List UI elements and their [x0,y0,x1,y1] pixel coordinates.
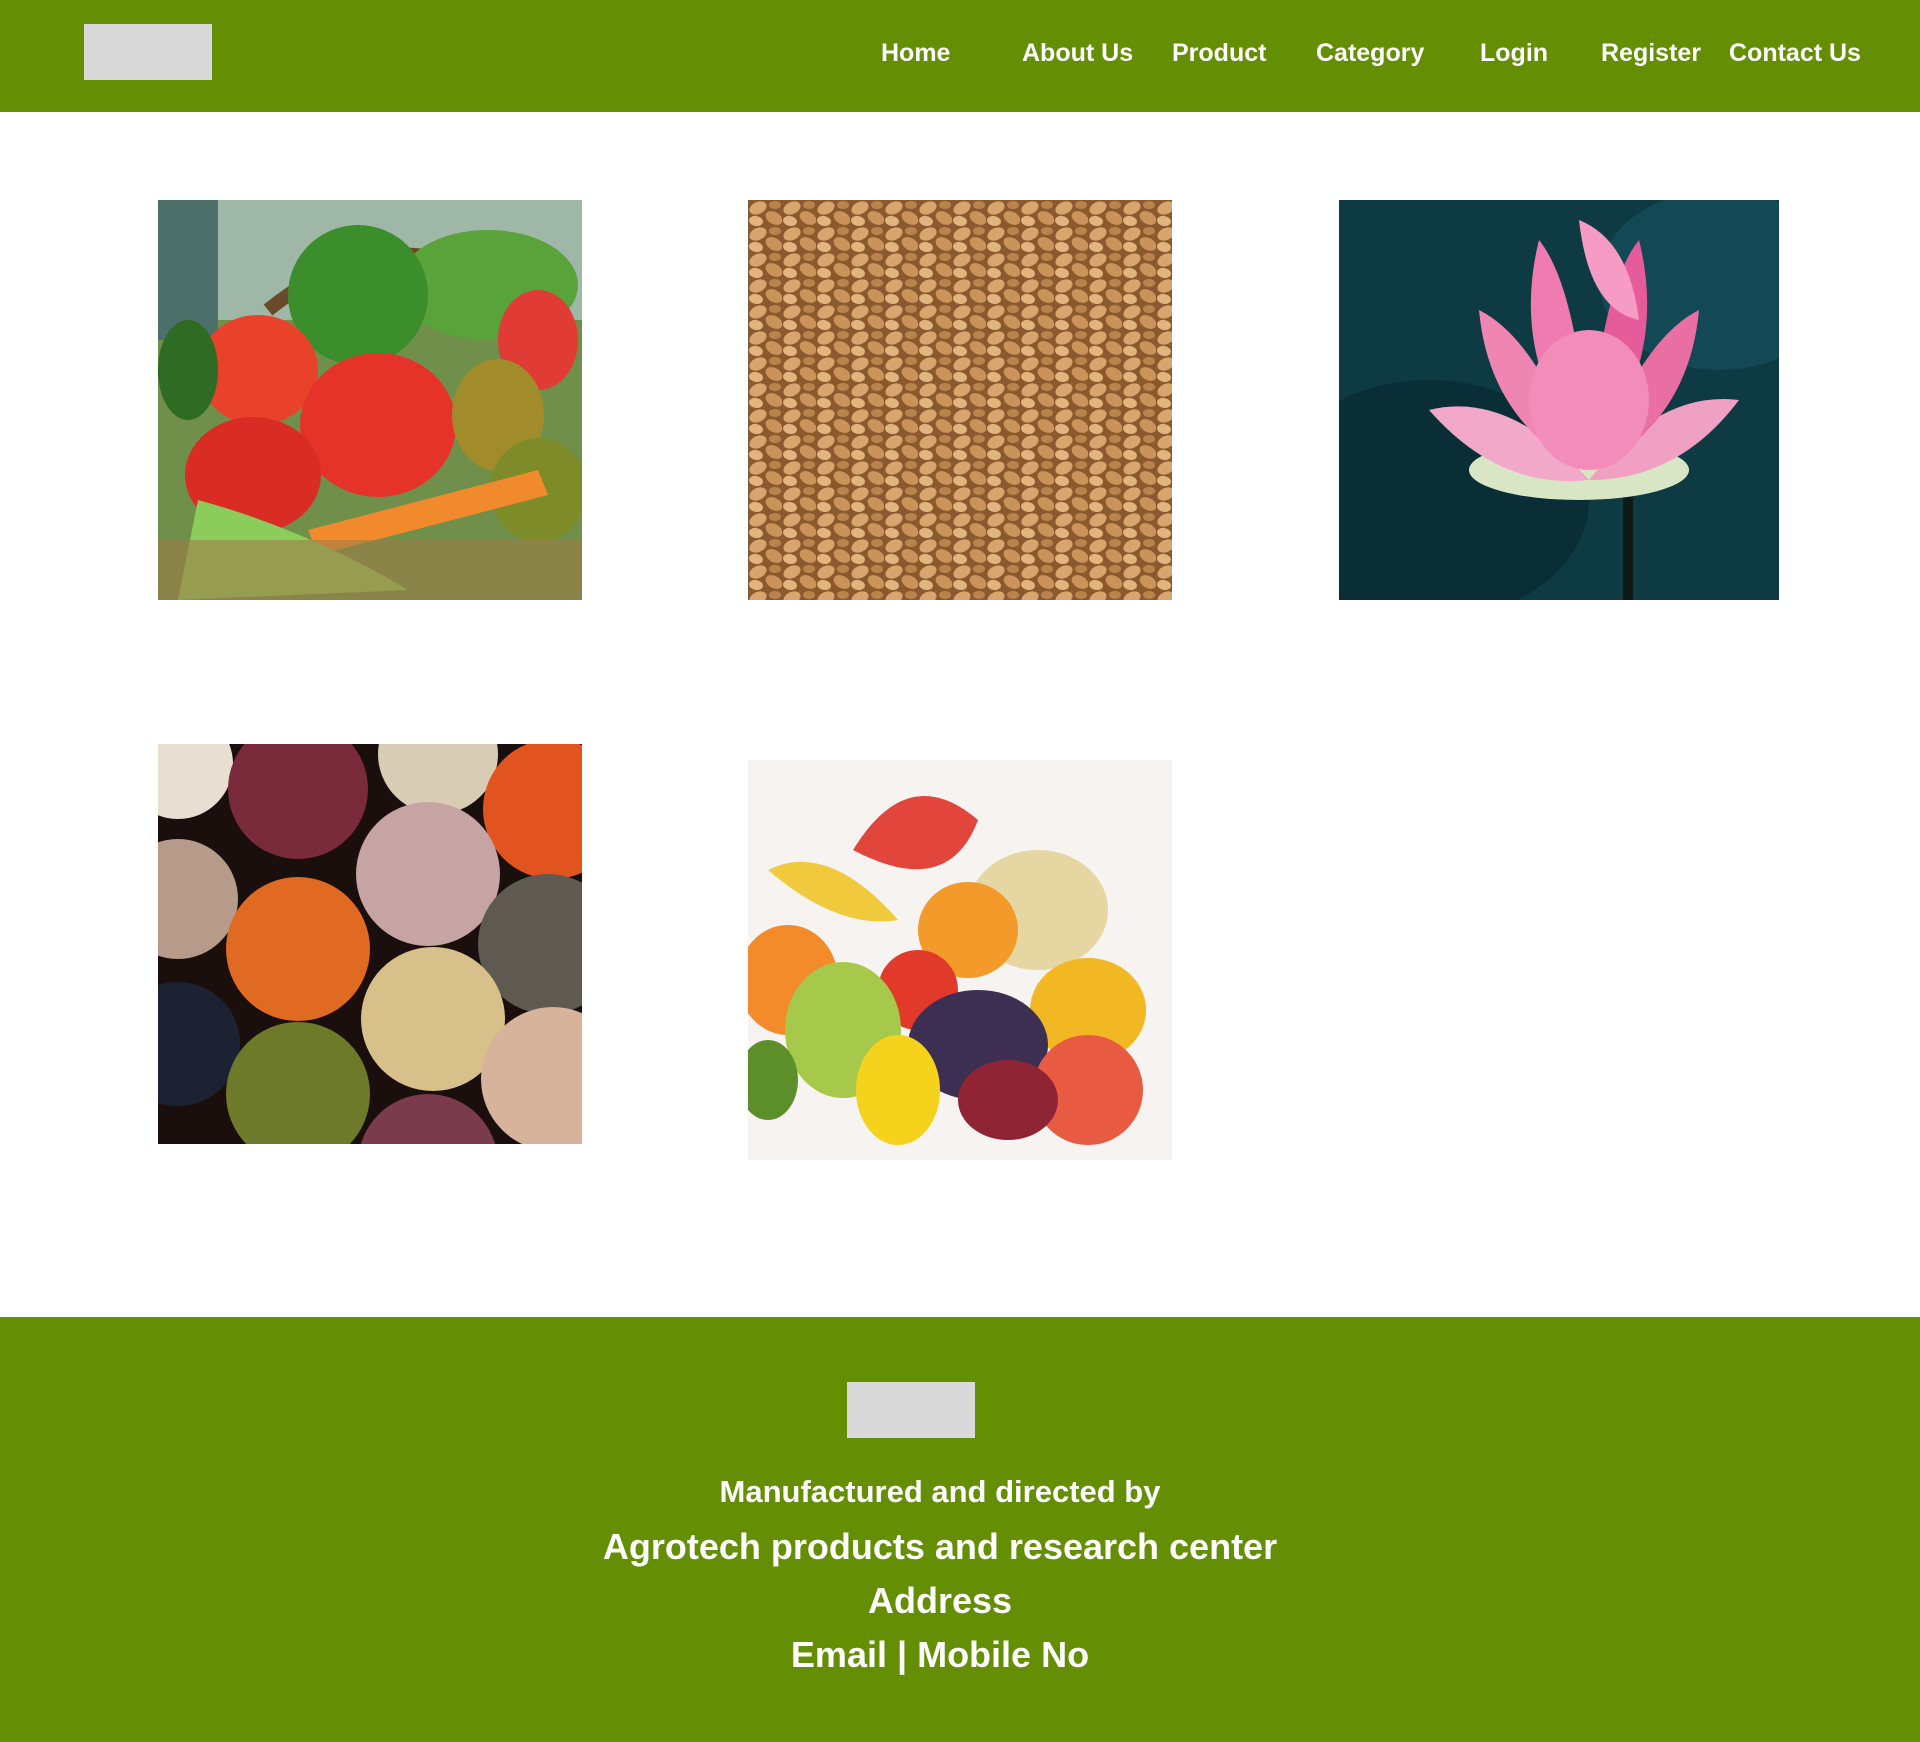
pulses-tile[interactable] [158,744,582,1144]
nav-contact-us[interactable]: Contact Us [1729,38,1861,68]
footer-address: Address [867,1580,1013,1621]
site-footer: Manufactured and directed by Agrotech pr… [0,1317,1920,1742]
nav-register[interactable]: Register [1601,38,1701,68]
pulses-image [158,744,582,1144]
footer-mobile[interactable]: Mobile No [917,1634,1089,1675]
nav-about-us[interactable]: About Us [1022,38,1133,68]
nav-product[interactable]: Product [1172,38,1266,68]
header-logo[interactable] [84,24,212,80]
grains-image [748,200,1172,600]
flower-tile[interactable] [1339,200,1779,600]
footer-logo[interactable] [847,1382,975,1438]
nav-login[interactable]: Login [1480,38,1548,68]
vegetables-image [158,200,582,600]
footer-contact-line: Email | Mobile No [0,1634,1880,1676]
footer-separator: | [896,1634,908,1675]
grains-tile[interactable] [748,200,1172,600]
nav-home[interactable]: Home [881,38,950,68]
fruits-image [748,760,1172,1160]
footer-company-name: Agrotech products and research center [602,1526,1278,1567]
footer-email[interactable]: Email [791,1634,887,1675]
lotus-image [1339,200,1779,600]
site-header: Home About Us Product Category Login Reg… [0,0,1920,112]
nav-category[interactable]: Category [1316,38,1424,68]
fruits-tile[interactable] [748,760,1172,1160]
footer-manufactured-text: Manufactured and directed by [719,1474,1161,1509]
vegetables-tile[interactable] [158,200,582,600]
